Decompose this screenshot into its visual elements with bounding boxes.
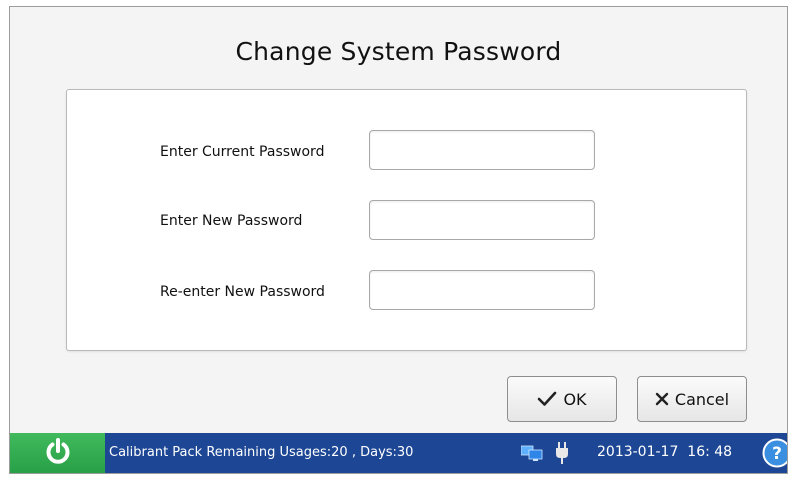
current-password-input[interactable] xyxy=(369,130,595,170)
current-password-label: Enter Current Password xyxy=(160,144,325,160)
ok-label: OK xyxy=(563,389,587,409)
date-text: 2013-01-17 xyxy=(597,444,679,460)
confirm-password-input[interactable] xyxy=(369,270,595,310)
close-icon xyxy=(655,392,669,406)
network-icon xyxy=(520,445,543,465)
confirm-password-label: Re-enter New Password xyxy=(160,284,325,300)
svg-text:?: ? xyxy=(772,444,782,464)
checkmark-icon xyxy=(537,391,557,407)
app-screen: Change System Password Enter Current Pas… xyxy=(9,6,788,474)
password-form-panel: Enter Current Password Enter New Passwor… xyxy=(66,89,747,351)
ok-button[interactable]: OK xyxy=(507,376,617,422)
page-title: Change System Password xyxy=(235,37,562,66)
new-password-input[interactable] xyxy=(369,200,595,240)
new-password-label: Enter New Password xyxy=(160,213,303,229)
power-icon xyxy=(43,436,73,470)
calibrant-status-text: Calibrant Pack Remaining Usages:20 , Day… xyxy=(109,445,414,460)
plug-icon xyxy=(555,442,569,468)
time-text: 16: 48 xyxy=(687,444,733,460)
cancel-label: Cancel xyxy=(674,389,730,409)
power-button[interactable] xyxy=(10,433,105,473)
status-bar: Calibrant Pack Remaining Usages:20 , Day… xyxy=(10,433,787,473)
datetime-display: 2013-01-17 16: 48 xyxy=(597,444,732,460)
cancel-button[interactable]: Cancel xyxy=(637,376,747,422)
help-icon[interactable]: ? xyxy=(762,438,787,468)
